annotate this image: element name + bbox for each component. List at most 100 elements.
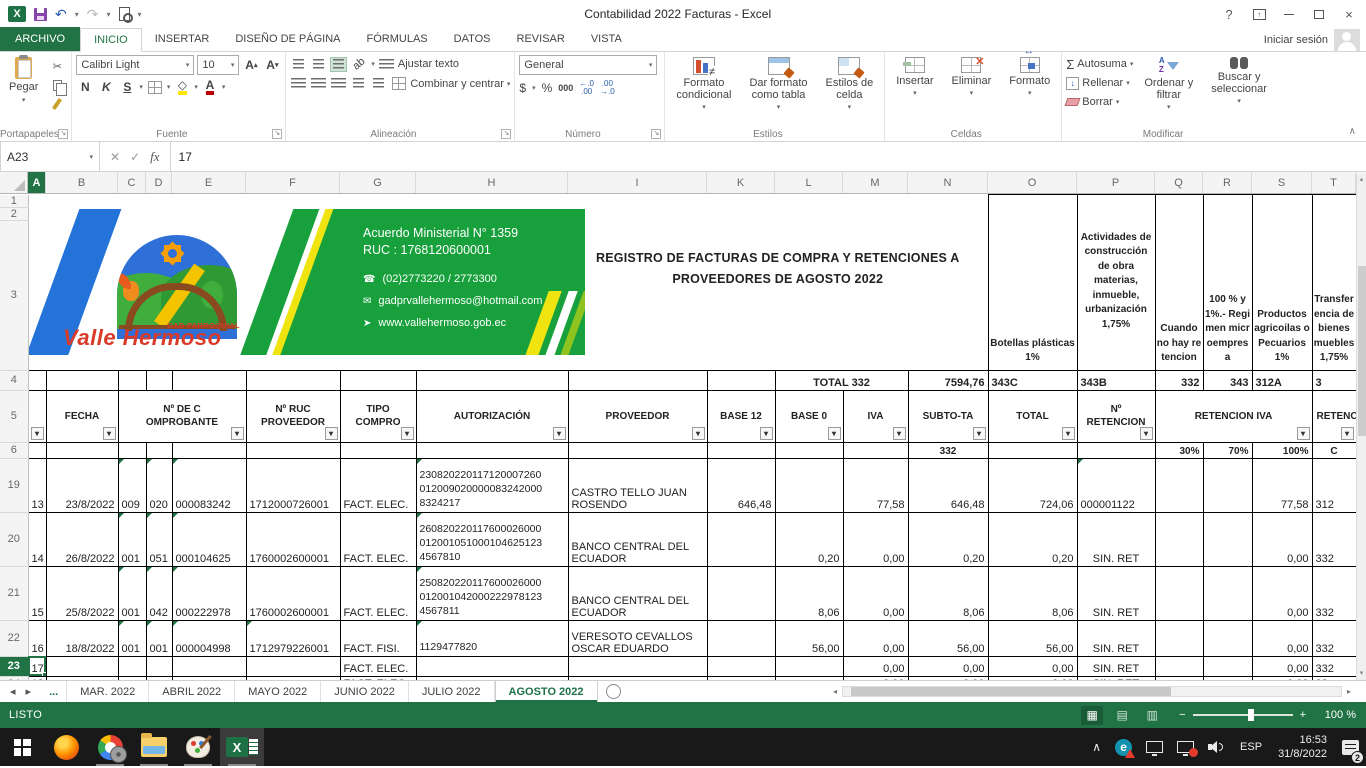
delete-cells-button[interactable]: Eliminar ▾: [945, 55, 999, 126]
fill-handle[interactable]: [42, 672, 47, 677]
sheet-nav-prev-icon[interactable]: ◂: [10, 685, 16, 698]
tab-datos[interactable]: DATOS: [441, 27, 504, 51]
sheet-tab-agosto-2022[interactable]: AGOSTO 2022: [495, 681, 598, 702]
clear-button[interactable]: Borrar▾: [1066, 93, 1133, 111]
filter-icon[interactable]: ▾: [973, 427, 986, 440]
select-all-corner[interactable]: [0, 172, 28, 193]
row-header-3[interactable]: 3: [0, 220, 28, 370]
cancel-icon[interactable]: ✕: [110, 150, 120, 164]
increase-indent-icon[interactable]: [370, 76, 387, 91]
row-header-20[interactable]: 20: [0, 512, 28, 566]
clipboard-dialog-launcher[interactable]: ↘: [58, 129, 68, 139]
insert-cells-button[interactable]: Insertar ▾: [889, 55, 940, 126]
bold-button[interactable]: N: [76, 78, 94, 96]
undo-dropdown-icon[interactable]: ▾: [75, 10, 79, 19]
align-middle-icon[interactable]: [310, 57, 327, 72]
cell-styles-button[interactable]: Estilos de celda ▾: [819, 55, 881, 126]
row-header-6[interactable]: 6: [0, 442, 28, 458]
row-header-5[interactable]: 5: [0, 390, 28, 442]
zoom-in-button[interactable]: +: [1300, 709, 1306, 721]
font-size-select[interactable]: 10▾: [197, 55, 239, 75]
cell-P3[interactable]: Actividades de construcción de obra mate…: [1077, 195, 1155, 371]
align-right-icon[interactable]: [330, 76, 347, 91]
cut-button[interactable]: ✂: [47, 58, 67, 74]
col-header-N[interactable]: N: [908, 172, 988, 193]
network-display-icon[interactable]: [1139, 728, 1170, 766]
language-indicator[interactable]: ESP: [1232, 741, 1270, 753]
header-total[interactable]: TOTAL▾: [988, 390, 1077, 442]
sheet-tab-overflow[interactable]: ...: [41, 681, 67, 702]
col-header-S[interactable]: S: [1252, 172, 1312, 193]
borders-dropdown-icon[interactable]: ▾: [167, 83, 171, 91]
header-ruc[interactable]: Nº RUC PROVEEDOR▾: [246, 390, 340, 442]
filter-icon[interactable]: ▾: [1341, 427, 1354, 440]
align-center-icon[interactable]: [310, 76, 327, 91]
filter-icon[interactable]: ▾: [401, 427, 414, 440]
minimize-button[interactable]: [1274, 2, 1304, 26]
scroll-up-icon[interactable]: ▴: [1360, 174, 1364, 186]
taskbar-paint[interactable]: [176, 728, 220, 766]
formula-input[interactable]: 17: [171, 142, 1366, 171]
insert-function-icon[interactable]: fx: [150, 149, 159, 165]
taskbar-excel[interactable]: X: [220, 728, 264, 766]
zoom-level[interactable]: 100 %: [1314, 709, 1356, 721]
filter-icon[interactable]: ▾: [103, 427, 116, 440]
increase-font-button[interactable]: A▴: [242, 56, 260, 74]
ribbon-display-button[interactable]: ↑: [1244, 2, 1274, 26]
row-header-22[interactable]: 22: [0, 620, 28, 656]
font-color-dropdown-icon[interactable]: ▾: [222, 83, 226, 91]
col-header-G[interactable]: G: [340, 172, 416, 193]
align-bottom-icon[interactable]: [330, 57, 347, 72]
filter-icon[interactable]: ▾: [1140, 427, 1153, 440]
sheet-tab-mayo-2022[interactable]: MAYO 2022: [235, 681, 321, 702]
fill-dropdown-icon[interactable]: ▾: [194, 83, 198, 91]
col-header-D[interactable]: D: [146, 172, 172, 193]
thousands-button[interactable]: 000: [558, 83, 573, 93]
cell-R3[interactable]: 100 % y 1%.- Regimen microempresa: [1203, 195, 1252, 371]
undo-icon[interactable]: ↶: [55, 7, 67, 21]
filter-icon[interactable]: ▾: [1297, 427, 1310, 440]
font-dialog-launcher[interactable]: ↘: [272, 129, 282, 139]
action-center-button[interactable]: 2: [1335, 728, 1366, 766]
col-header-K[interactable]: K: [707, 172, 775, 193]
taskbar-explorer[interactable]: [132, 728, 176, 766]
cell-Q3[interactable]: Cuando no hay retencion: [1155, 195, 1203, 371]
cell-O3[interactable]: Botellas plásticas 1%: [988, 195, 1077, 371]
row-header-1[interactable]: 1: [0, 195, 28, 208]
hscroll-right-icon[interactable]: ▸: [1344, 687, 1354, 696]
number-dialog-launcher[interactable]: ↘: [651, 129, 661, 139]
wrap-text-button[interactable]: Ajustar texto: [398, 58, 459, 70]
cell-T3[interactable]: Transferencia de bienes muebles 1,75%: [1312, 195, 1356, 371]
align-left-icon[interactable]: [290, 76, 307, 91]
col-header-Q[interactable]: Q: [1155, 172, 1203, 193]
header-fecha[interactable]: FECHA▾: [46, 390, 118, 442]
col-header-R[interactable]: R: [1203, 172, 1252, 193]
taskbar-firefox[interactable]: [44, 728, 88, 766]
conditional-formatting-button[interactable]: Formato condicional ▾: [669, 55, 738, 126]
filter-icon[interactable]: ▾: [893, 427, 906, 440]
tab-diseno[interactable]: DISEÑO DE PÁGINA: [222, 27, 353, 51]
col-header-H[interactable]: H: [416, 172, 568, 193]
name-box[interactable]: A23 ▾: [0, 142, 100, 171]
vertical-scroll-thumb[interactable]: [1358, 266, 1366, 436]
sheet-tab-junio-2022[interactable]: JUNIO 2022: [321, 681, 409, 702]
sheet-tab-julio-2022[interactable]: JULIO 2022: [409, 681, 495, 702]
fill-color-button[interactable]: ◇: [173, 78, 191, 96]
percent-button[interactable]: %: [542, 81, 553, 95]
tab-insertar[interactable]: INSERTAR: [142, 27, 223, 51]
volume-icon[interactable]: [1201, 728, 1232, 766]
header-proveedor[interactable]: PROVEEDOR▾: [568, 390, 707, 442]
col-header-B[interactable]: B: [46, 172, 118, 193]
tab-formulas[interactable]: FÓRMULAS: [354, 27, 441, 51]
currency-button[interactable]: $: [519, 81, 526, 95]
increase-decimal-button[interactable]: ←.0 .00: [579, 80, 594, 96]
filter-icon[interactable]: ▾: [828, 427, 841, 440]
col-header-T[interactable]: T: [1312, 172, 1356, 193]
font-color-button[interactable]: A: [201, 78, 219, 96]
merge-center-button[interactable]: Combinar y centrar: [410, 78, 504, 90]
close-button[interactable]: ×: [1334, 2, 1364, 26]
help-button[interactable]: ?: [1214, 2, 1244, 26]
col-header-E[interactable]: E: [172, 172, 246, 193]
restore-button[interactable]: [1304, 2, 1334, 26]
filter-icon[interactable]: ▾: [31, 427, 44, 440]
